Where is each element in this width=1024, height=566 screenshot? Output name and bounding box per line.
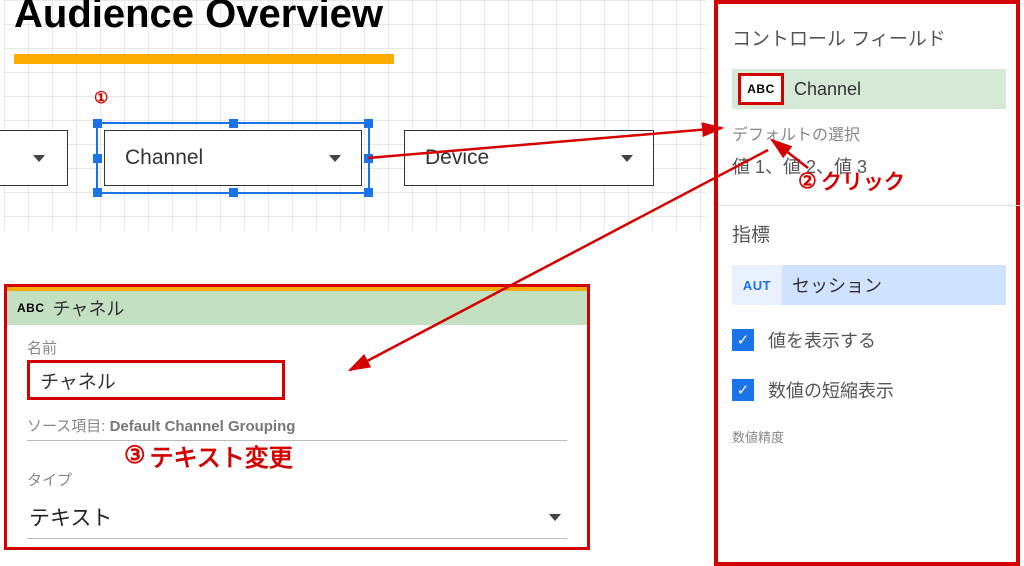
resize-handle[interactable] bbox=[229, 188, 238, 197]
abbreviate-row[interactable]: ✓ 数値の短縮表示 bbox=[732, 377, 1006, 403]
page-title: Audience Overview bbox=[14, 0, 383, 37]
title-underline bbox=[14, 54, 394, 64]
chevron-down-icon bbox=[549, 514, 561, 521]
control-field-row[interactable]: ABC Channel bbox=[732, 69, 1006, 109]
dropdown-partial[interactable] bbox=[0, 130, 68, 186]
abbreviate-label: 数値の短縮表示 bbox=[768, 377, 894, 403]
metric-name: セッション bbox=[792, 272, 882, 298]
checkbox-checked-icon[interactable]: ✓ bbox=[732, 379, 754, 401]
resize-handle[interactable] bbox=[93, 119, 102, 128]
checkbox-checked-icon[interactable]: ✓ bbox=[732, 329, 754, 351]
default-selection-label: デフォルトの選択 bbox=[732, 121, 1006, 145]
report-canvas[interactable]: Audience Overview Channel Device bbox=[4, 0, 706, 230]
resize-handle[interactable] bbox=[93, 154, 102, 163]
type-select[interactable]: テキスト bbox=[27, 494, 567, 539]
resize-handle[interactable] bbox=[364, 154, 373, 163]
show-value-row[interactable]: ✓ 値を表示する bbox=[732, 327, 1006, 353]
name-label: 名前 bbox=[27, 337, 567, 358]
resize-handle[interactable] bbox=[364, 188, 373, 197]
resize-handle[interactable] bbox=[364, 119, 373, 128]
type-label: タイプ bbox=[27, 469, 567, 490]
metric-title: 指標 bbox=[732, 220, 1006, 247]
chevron-down-icon bbox=[621, 155, 633, 162]
resize-handle[interactable] bbox=[93, 188, 102, 197]
control-field-name: Channel bbox=[794, 79, 861, 100]
aut-type-icon: AUT bbox=[732, 265, 782, 305]
chevron-down-icon bbox=[33, 155, 45, 162]
dropdown-device[interactable]: Device bbox=[404, 130, 654, 186]
metric-field-row[interactable]: AUT セッション bbox=[732, 265, 1006, 305]
default-values-hint[interactable]: 値 1、値 2、値 3 bbox=[732, 153, 1006, 179]
name-input[interactable]: チャネル bbox=[27, 360, 285, 400]
control-field-title: コントロール フィールド bbox=[732, 24, 1006, 51]
abc-type-button[interactable]: ABC bbox=[738, 73, 784, 105]
selection-box[interactable] bbox=[96, 122, 370, 194]
abc-type-icon: ABC bbox=[17, 301, 45, 315]
properties-panel: コントロール フィールド ABC Channel デフォルトの選択 値 1、値 … bbox=[714, 0, 1020, 566]
dropdown-device-label: Device bbox=[425, 146, 489, 170]
source-field: ソース項目: Default Channel Grouping bbox=[27, 415, 567, 441]
field-editor-panel: ABC チャネル 名前 チャネル ソース項目: Default Channel … bbox=[4, 284, 590, 550]
field-editor-title: チャネル bbox=[53, 295, 125, 321]
type-select-value: テキスト bbox=[29, 502, 112, 532]
divider bbox=[718, 205, 1020, 206]
field-editor-header: ABC チャネル bbox=[7, 291, 587, 325]
precision-label: 数値精度 bbox=[732, 427, 1006, 446]
name-input-value: チャネル bbox=[40, 367, 116, 394]
show-value-label: 値を表示する bbox=[768, 327, 876, 353]
resize-handle[interactable] bbox=[229, 119, 238, 128]
